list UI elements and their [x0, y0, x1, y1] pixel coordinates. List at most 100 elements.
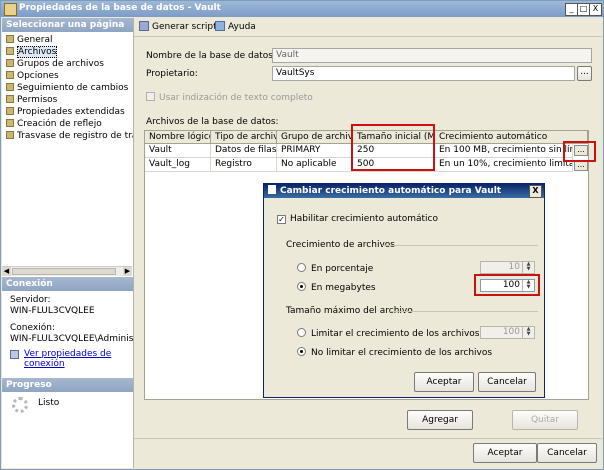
page-icon	[6, 95, 14, 103]
help-button[interactable]: Ayuda	[215, 21, 256, 32]
progress-status: Listo	[38, 398, 60, 408]
sidebar-item-propiedades[interactable]: Propiedades extendidas	[2, 106, 133, 118]
connection-header: Conexión	[2, 277, 133, 291]
title-bar[interactable]: Propiedades de la base de datos - Vault …	[1, 1, 603, 17]
limit-spinner[interactable]: 100 ▲ ▼	[480, 326, 535, 339]
table-row-vault-growth[interactable]: En 100 MB, crecimiento sin límite	[435, 144, 573, 158]
radio-on-icon[interactable]	[297, 282, 306, 291]
table-row-log-size[interactable]: 500	[353, 158, 435, 172]
sidebar-item-opciones[interactable]: Opciones	[2, 70, 133, 82]
page-icon	[6, 71, 14, 79]
vault-growth-edit-button[interactable]: ...	[574, 145, 588, 156]
max-separator	[390, 311, 538, 312]
cancel-button[interactable]: Cancelar	[537, 443, 597, 463]
radio-off-icon[interactable]	[297, 328, 306, 337]
radio-on-icon[interactable]	[297, 347, 306, 356]
help-icon	[215, 21, 225, 31]
server-label: Servidor:	[10, 295, 51, 305]
owner-input[interactable]: VaultSys	[272, 66, 575, 81]
column-header-autogrowth[interactable]: Crecimiento automático	[435, 131, 588, 144]
table-row-log-growth[interactable]: En un 10%, crecimiento limitado ...	[435, 158, 573, 172]
column-header-initial-size[interactable]: Tamaño inicial (MB)	[353, 131, 435, 144]
spinner-arrows-icon[interactable]: ▲ ▼	[522, 262, 534, 273]
table-row-log-name[interactable]: Vault_log	[145, 158, 211, 172]
table-row-vault-group[interactable]: PRIMARY	[277, 144, 353, 158]
sidebar-item-permisos[interactable]: Permisos	[2, 94, 133, 106]
database-icon	[4, 3, 17, 16]
toolbar: Generar script ▾ Ayuda	[134, 18, 602, 37]
megabytes-radio[interactable]: En megabytes	[297, 282, 376, 293]
owner-browse-button[interactable]: ...	[577, 66, 592, 81]
percent-radio[interactable]: En porcentaje	[297, 263, 373, 274]
select-page-header: Seleccionar una página	[2, 18, 133, 32]
fulltext-checkbox[interactable]: Usar indización de texto completo	[146, 92, 313, 103]
server-value: WIN-FLUL3CVQLEE	[10, 306, 95, 316]
sidebar-item-general[interactable]: General	[2, 34, 133, 46]
page-list: General Archivos Grupos de archivos Opci…	[2, 32, 133, 142]
sidebar-item-reflejo[interactable]: Creación de reflejo	[2, 118, 133, 130]
percent-spinner[interactable]: 10 ▲ ▼	[480, 261, 535, 274]
close-button[interactable]: X	[589, 3, 602, 16]
megabytes-spinner[interactable]: 100 ▲ ▼	[480, 279, 535, 292]
page-icon	[6, 131, 14, 139]
dialog-ok-button[interactable]: Aceptar	[414, 372, 474, 392]
files-label: Archivos de la base de datos:	[146, 117, 279, 127]
check-icon[interactable]: ✓	[277, 215, 286, 224]
radio-off-icon[interactable]	[297, 263, 306, 272]
db-name-input[interactable]: Vault	[272, 48, 592, 63]
table-row-log-group[interactable]: No aplicable	[277, 158, 353, 172]
progress-spinner-icon	[12, 397, 28, 413]
document-icon	[268, 185, 276, 194]
autogrowth-dialog: Cambiar crecimiento automático para Vaul…	[263, 183, 545, 398]
progress-header: Progreso	[2, 378, 133, 392]
table-row-vault-size[interactable]: 250	[353, 144, 435, 158]
owner-label: Propietario:	[146, 69, 198, 79]
footer-separator	[134, 438, 602, 439]
page-icon	[6, 59, 14, 67]
dialog-title: Cambiar crecimiento automático para Vaul…	[280, 186, 502, 196]
page-icon	[6, 47, 14, 55]
remove-file-button[interactable]: Quitar	[512, 410, 578, 430]
unlimited-growth-radio[interactable]: No limitar el crecimiento de los archivo…	[297, 347, 492, 358]
view-connection-properties-link[interactable]: Ver propiedades de conexión	[2, 349, 133, 369]
left-pane: Seleccionar una página General Archivos …	[2, 18, 134, 468]
sidebar-item-seguimiento[interactable]: Seguimiento de cambios	[2, 82, 133, 94]
page-icon	[6, 35, 14, 43]
properties-icon	[10, 350, 19, 359]
enable-autogrowth-checkbox[interactable]: ✓ Habilitar crecimiento automático	[277, 214, 438, 224]
ok-button[interactable]: Aceptar	[473, 443, 537, 463]
connection-value: WIN-FLUL3CVQLEE\Administrador	[10, 334, 133, 344]
dialog-close-button[interactable]: X	[529, 185, 542, 198]
fulltext-check-box[interactable]	[146, 92, 155, 101]
limit-growth-radio[interactable]: Limitar el crecimiento de los archivos (…	[297, 328, 503, 339]
file-growth-header: Crecimiento de archivos	[286, 240, 395, 250]
spinner-arrows-icon[interactable]: ▲ ▼	[522, 327, 534, 338]
column-header-filegroup[interactable]: Grupo de archivos	[277, 131, 353, 144]
db-name-label: Nombre de la base de datos:	[146, 51, 277, 61]
scroll-thumb[interactable]	[12, 268, 116, 275]
scroll-left-icon[interactable]: ◀	[2, 267, 11, 276]
scroll-right-icon[interactable]: ▶	[123, 267, 132, 276]
growth-separator	[382, 245, 538, 246]
sidebar-item-archivos[interactable]: Archivos	[2, 46, 133, 58]
add-file-button[interactable]: Agregar	[407, 410, 473, 430]
table-row-vault-type[interactable]: Datos de filas	[211, 144, 277, 158]
log-growth-edit-button[interactable]: ...	[574, 160, 588, 171]
page-icon	[6, 83, 14, 91]
column-header-logical-name[interactable]: Nombre lógico	[145, 131, 211, 144]
dialog-cancel-button[interactable]: Cancelar	[478, 372, 536, 392]
sidebar-item-grupos[interactable]: Grupos de archivos	[2, 58, 133, 70]
page-list-scrollbar[interactable]: ◀ ▶	[2, 266, 132, 276]
window-title: Propiedades de la base de datos - Vault	[19, 3, 221, 13]
page-icon	[6, 119, 14, 127]
spinner-arrows-icon[interactable]: ▲ ▼	[522, 280, 534, 291]
generate-script-button[interactable]: Generar script ▾	[139, 21, 224, 32]
sidebar-item-trasvase[interactable]: Trasvase de registro de transacc	[2, 130, 133, 142]
column-header-file-type[interactable]: Tipo de archivo	[211, 131, 277, 144]
table-row-log-type[interactable]: Registro	[211, 158, 277, 172]
page-icon	[6, 107, 14, 115]
connection-info: Servidor: WIN-FLUL3CVQLEE Conexión: WIN-…	[2, 295, 133, 369]
dialog-title-bar[interactable]: Cambiar crecimiento automático para Vaul…	[264, 184, 544, 198]
table-row-vault-name[interactable]: Vault	[145, 144, 211, 158]
script-icon	[139, 21, 149, 31]
